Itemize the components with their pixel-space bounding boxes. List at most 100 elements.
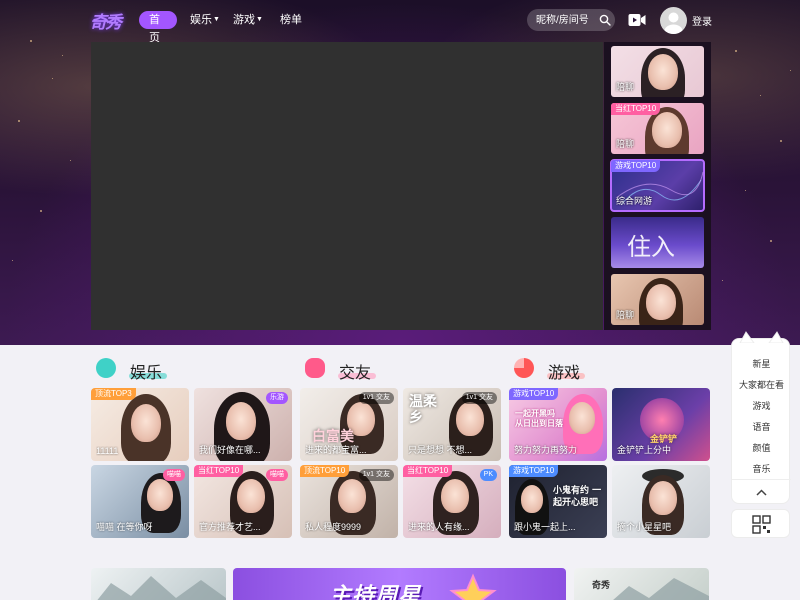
- qr-code-icon: [752, 515, 771, 534]
- site-logo[interactable]: 奇秀: [90, 8, 124, 33]
- stream-thumb-label: 陪聊: [616, 82, 635, 92]
- stream-card[interactable]: 摘个小星星吧: [612, 465, 710, 538]
- stream-art-text: 一起开黑吗 从日出到日落: [515, 408, 563, 428]
- stream-card[interactable]: 乐游 我们好像在哪...: [194, 388, 292, 461]
- recommended-streams-panel: 陪聊 当红TOP10 陪聊 游戏TOP10 综合网游 住入 陪聊: [604, 42, 711, 330]
- search-icon[interactable]: [599, 14, 611, 26]
- float-menu-item[interactable]: 新星: [732, 357, 791, 370]
- stream-card-title: 私人程度9999: [305, 522, 362, 532]
- video-player[interactable]: [91, 42, 603, 330]
- chevron-up-icon: [756, 489, 767, 496]
- stream-card[interactable]: 当红TOP10 喵喵 官方推荐才艺...: [194, 465, 292, 538]
- stream-card-title: 跟小鬼一起上...: [514, 522, 576, 532]
- category-title: 娱乐: [130, 365, 163, 382]
- rank-tag: 当红TOP10: [403, 465, 453, 477]
- category-badge: 1v1 交友: [358, 392, 394, 404]
- hero-banner: 奇秀 首页 娱乐▼ 游戏▼ 榜单 登录: [0, 0, 800, 345]
- stream-card-title: 摘个小星星吧: [617, 522, 672, 532]
- rank-tag: 游戏TOP10: [611, 160, 661, 172]
- rank-tag: 顶流TOP10: [300, 465, 350, 477]
- stream-card[interactable]: 顶流TOP10 1v1 交友 私人程度9999: [300, 465, 398, 538]
- back-to-top-button[interactable]: [732, 479, 791, 505]
- stream-card-title: 努力努力再努力: [514, 445, 578, 455]
- category-header-entertainment[interactable]: 娱乐: [96, 356, 206, 382]
- category-badge: 1v1 交友: [461, 392, 497, 404]
- host-weekly-star-banner[interactable]: 主持周星: [233, 568, 566, 600]
- rank-tag: 游戏TOP10: [509, 465, 559, 477]
- banner-title: 主持周星: [329, 584, 422, 600]
- chevron-down-icon: ▼: [256, 16, 263, 24]
- chat-bubble-icon: [96, 358, 116, 378]
- stream-card-title: 11111: [96, 446, 119, 456]
- category-title: 游戏: [548, 365, 581, 382]
- stream-card-title: 金铲铲上分中: [617, 445, 672, 455]
- stream-card[interactable]: 白富美 1v1 交友 进来的都宝富...: [300, 388, 398, 461]
- category-header-games[interactable]: 游戏: [514, 356, 624, 382]
- stream-art: 住入: [627, 233, 675, 261]
- category-badge: 1v1 交友: [358, 469, 394, 481]
- search-box: [527, 9, 615, 31]
- stream-card[interactable]: 金铲铲 金铲铲上分中: [612, 388, 710, 461]
- promo-card[interactable]: 奇秀: [574, 568, 709, 600]
- stream-card[interactable]: 喵喵 喵喵 在等你呀: [91, 465, 189, 538]
- stream-card-title: 我们好像在哪...: [199, 445, 261, 455]
- video-camera-icon[interactable]: [628, 13, 646, 27]
- nav-entertainment-label: 娱乐: [190, 14, 212, 26]
- float-menu-item[interactable]: 游戏: [732, 399, 791, 412]
- svg-text:住入: 住入: [627, 233, 675, 261]
- side-float-menu: 新星 大家都在看 游戏 语音 颜值 音乐: [731, 331, 791, 505]
- float-menu-item[interactable]: 颜值: [732, 441, 791, 454]
- category-badge: 喵喵: [163, 469, 185, 481]
- category-badge: 喵喵: [266, 469, 288, 481]
- stream-thumb-label: 陪聊: [616, 139, 635, 149]
- search-input[interactable]: [536, 12, 596, 28]
- stream-thumb-selected[interactable]: 游戏TOP10 综合网游: [610, 159, 705, 212]
- stream-card-title: 只是想想 不想...: [408, 445, 473, 455]
- heart-icon: [305, 358, 325, 378]
- stream-art-text: 小鬼有约 一起开心思吧: [553, 486, 602, 508]
- stream-thumb-label: 综合网游: [616, 196, 653, 206]
- float-menu-item[interactable]: 大家都在看: [732, 378, 791, 391]
- rank-tag: 游戏TOP10: [509, 388, 559, 400]
- rank-tag: 顶流TOP3: [91, 388, 136, 400]
- stream-thumb[interactable]: 陪聊: [611, 274, 704, 325]
- category-title: 交友: [339, 365, 372, 382]
- stream-thumb[interactable]: 住入: [611, 217, 704, 268]
- stream-thumb[interactable]: 当红TOP10 陪聊: [611, 103, 704, 154]
- stream-card-title: 进来的都宝富...: [305, 445, 367, 455]
- nav-home[interactable]: 首页: [139, 11, 177, 44]
- login-link[interactable]: 登录: [692, 13, 712, 28]
- stream-card[interactable]: 顶流TOP3 11111: [91, 388, 189, 461]
- landscape-art: [97, 576, 226, 600]
- rank-tag: 当红TOP10: [194, 465, 244, 477]
- pie-chart-icon: [514, 358, 534, 378]
- category-badge: PK: [479, 469, 497, 481]
- nav-ranking[interactable]: 榜单: [280, 11, 302, 29]
- stream-card[interactable]: 小鬼有约 一起开心思吧 游戏TOP10 跟小鬼一起上...: [509, 465, 607, 538]
- nav-games[interactable]: 游戏▼: [233, 11, 263, 29]
- category-badge: 乐游: [266, 392, 288, 404]
- float-menu-item[interactable]: 语音: [732, 420, 791, 433]
- stream-thumb-label: 陪聊: [616, 310, 635, 320]
- nav-games-label: 游戏: [233, 14, 255, 26]
- avatar[interactable]: [660, 7, 687, 34]
- stream-card-title: 喵喵 在等你呀: [96, 522, 153, 532]
- stream-card-title: 官方推荐才艺...: [199, 522, 261, 532]
- top-nav: 奇秀 首页 娱乐▼ 游戏▼ 榜单 登录: [0, 0, 800, 44]
- chevron-down-icon: ▼: [213, 16, 220, 24]
- cat-ears-icon: [739, 331, 784, 343]
- stream-art-text: 温柔乡: [409, 394, 437, 426]
- category-header-dating[interactable]: 交友: [305, 356, 415, 382]
- star-trophy-icon: [449, 573, 497, 600]
- stream-thumb[interactable]: 陪聊: [611, 46, 704, 97]
- stream-card-title: 进来的人有缘...: [408, 522, 470, 532]
- brand-logo-text: 奇秀: [592, 580, 611, 590]
- stream-card[interactable]: 温柔乡 1v1 交友 只是想想 不想...: [403, 388, 501, 461]
- rank-tag: 当红TOP10: [611, 103, 661, 115]
- qr-code-button[interactable]: [731, 509, 790, 538]
- nav-entertainment[interactable]: 娱乐▼: [190, 11, 220, 29]
- float-menu-item[interactable]: 音乐: [732, 462, 791, 475]
- stream-card[interactable]: 一起开黑吗 从日出到日落 游戏TOP10 努力努力再努力: [509, 388, 607, 461]
- stream-card[interactable]: 当红TOP10 PK 进来的人有缘...: [403, 465, 501, 538]
- promo-card[interactable]: [91, 568, 226, 600]
